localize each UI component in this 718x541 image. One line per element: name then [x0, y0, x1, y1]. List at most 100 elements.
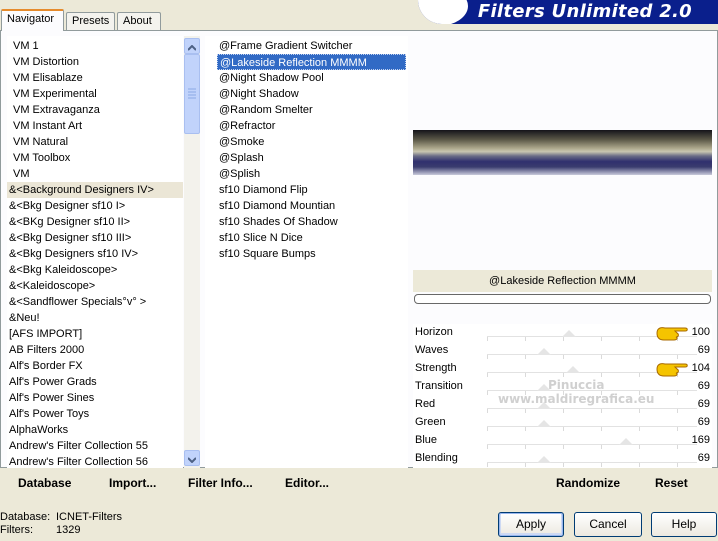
slider-knob[interactable] [536, 402, 551, 409]
slider-tick [601, 409, 602, 413]
filter-item[interactable]: @Frame Gradient Switcher [217, 38, 408, 54]
category-list[interactable]: VM 1 VM Distortion VM Elisablaze VM Experim… [7, 36, 183, 468]
filter-list[interactable]: @Frame Gradient Switcher @Lakeside Reflec… [205, 36, 408, 468]
parameter-sliders: Horizon 100 Waves 69 Strength 104 Transition 69… [413, 324, 712, 468]
category-scrollbar[interactable] [184, 36, 200, 468]
category-item[interactable]: &<BKg Designer sf10 II> [7, 214, 183, 230]
editor-button[interactable]: Editor... [285, 476, 329, 490]
slider-knob[interactable] [536, 348, 551, 355]
slider-row[interactable]: Transition 69 [413, 378, 712, 396]
slider-track[interactable] [487, 408, 697, 413]
filter-item[interactable]: @Night Shadow [217, 86, 408, 102]
category-item[interactable]: AB Filters 2000 [7, 342, 183, 358]
filter-item[interactable]: sf10 Square Bumps [217, 246, 408, 262]
banner-wave-decoration [418, 0, 468, 24]
slider-tick [677, 445, 678, 449]
category-item[interactable]: VM Extravaganza [7, 102, 183, 118]
category-item[interactable]: Alf's Power Grads [7, 374, 183, 390]
category-item[interactable]: &<Bkg Designer sf10 I> [7, 198, 183, 214]
category-item[interactable]: &<Bkg Designers sf10 IV> [7, 246, 183, 262]
slider-knob[interactable] [536, 456, 551, 463]
preview-image [413, 130, 712, 175]
category-item[interactable]: &<Sandflower Specials°v° > [7, 294, 183, 310]
category-item[interactable]: &Neu! [7, 310, 183, 326]
category-item[interactable]: VM Natural [7, 134, 183, 150]
category-item[interactable]: [AFS IMPORT] [7, 326, 183, 342]
category-item[interactable]: &<Bkg Designer sf10 III> [7, 230, 183, 246]
apply-button[interactable]: Apply [498, 512, 564, 537]
slider-knob[interactable] [536, 420, 551, 427]
category-item[interactable]: AlphaWorks [7, 422, 183, 438]
category-item[interactable]: VM [7, 166, 183, 182]
slider-track[interactable] [487, 426, 697, 431]
slider-knob[interactable] [619, 438, 634, 445]
filter-item[interactable]: @Random Smelter [217, 102, 408, 118]
slider-knob[interactable] [536, 384, 551, 391]
filter-item[interactable]: sf10 Diamond Mountian [217, 198, 408, 214]
slider-tick [677, 427, 678, 431]
category-item[interactable]: Alf's Power Sines [7, 390, 183, 406]
slider-label: Blue [415, 434, 438, 446]
filter-item[interactable]: sf10 Diamond Flip [217, 182, 408, 198]
slider-tick [639, 373, 640, 377]
slider-row[interactable]: Green 69 [413, 414, 712, 432]
category-item[interactable]: &<Bkg Kaleidoscope> [7, 262, 183, 278]
slider-row[interactable]: Blending 69 [413, 450, 712, 468]
filter-item[interactable]: @Night Shadow Pool [217, 70, 408, 86]
slider-track[interactable] [487, 444, 697, 449]
status-filters-key: Filters: [0, 524, 33, 536]
filter-item[interactable]: sf10 Slice N Dice [217, 230, 408, 246]
slider-track[interactable] [487, 390, 697, 395]
cancel-button[interactable]: Cancel [574, 512, 642, 537]
scroll-up-button[interactable] [184, 38, 200, 54]
category-item[interactable]: Alf's Power Toys [7, 406, 183, 422]
scroll-down-button[interactable] [184, 450, 200, 466]
category-item[interactable]: Andrew's Filter Collection 55 [7, 438, 183, 454]
slider-row[interactable]: Waves 69 [413, 342, 712, 360]
slider-row[interactable]: Blue 169 [413, 432, 712, 450]
slider-tick [639, 391, 640, 395]
tab-presets[interactable]: Presets [66, 12, 115, 30]
slider-tick [639, 463, 640, 467]
scroll-thumb[interactable] [184, 54, 200, 134]
slider-label: Green [415, 416, 446, 428]
category-item[interactable]: &<Background Designers IV> [7, 182, 183, 198]
slider-value: 69 [697, 416, 710, 428]
slider-label: Waves [415, 344, 449, 356]
pointing-hand-icon [656, 363, 688, 377]
category-item[interactable]: &<Kaleidoscope> [7, 278, 183, 294]
tab-navigator[interactable]: Navigator [1, 9, 64, 31]
category-item[interactable]: VM 1 [7, 38, 183, 54]
slider-tick [563, 445, 564, 449]
slider-value: 69 [697, 452, 710, 464]
category-item[interactable]: VM Elisablaze [7, 70, 183, 86]
randomize-button[interactable]: Randomize [556, 476, 620, 490]
filter-item[interactable]: @Refractor [217, 118, 408, 134]
filter-item[interactable]: @Splish [217, 166, 408, 182]
category-item[interactable]: VM Instant Art [7, 118, 183, 134]
slider-row[interactable]: Red 69 [413, 396, 712, 414]
help-button[interactable]: Help [651, 512, 717, 537]
slider-track[interactable] [487, 354, 697, 359]
filter-item[interactable]: @Lakeside Reflection MMMM [217, 54, 406, 70]
filter-info-button[interactable]: Filter Info... [188, 476, 253, 490]
slider-tick [563, 337, 564, 341]
slider-knob[interactable] [562, 330, 577, 337]
database-button[interactable]: Database [18, 476, 71, 490]
category-item[interactable]: VM Experimental [7, 86, 183, 102]
category-item[interactable]: Andrew's Filter Collection 56 [7, 454, 183, 468]
tab-about[interactable]: About [117, 12, 161, 30]
slider-row[interactable]: Horizon 100 [413, 324, 712, 342]
category-item[interactable]: Alf's Border FX [7, 358, 183, 374]
slider-knob[interactable] [565, 366, 580, 373]
reset-button[interactable]: Reset [655, 476, 688, 490]
filter-item[interactable]: sf10 Shades Of Shadow [217, 214, 408, 230]
slider-row[interactable]: Strength 104 [413, 360, 712, 378]
slider-tick [487, 427, 488, 431]
filter-item[interactable]: @Splash [217, 150, 408, 166]
filter-item[interactable]: @Smoke [217, 134, 408, 150]
slider-track[interactable] [487, 462, 697, 467]
category-item[interactable]: VM Toolbox [7, 150, 183, 166]
import-button[interactable]: Import... [109, 476, 156, 490]
category-item[interactable]: VM Distortion [7, 54, 183, 70]
